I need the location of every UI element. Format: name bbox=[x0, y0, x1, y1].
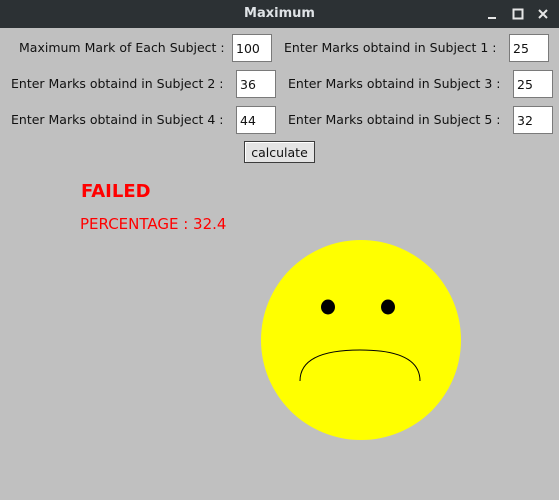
maximize-icon[interactable] bbox=[508, 4, 528, 24]
close-icon[interactable] bbox=[533, 4, 553, 24]
main-panel: Maximum Mark of Each Subject : Enter Mar… bbox=[0, 28, 559, 500]
window-titlebar: Maximum bbox=[0, 0, 559, 28]
window-title: Maximum bbox=[244, 6, 315, 21]
right-eye bbox=[381, 299, 395, 315]
face-circle bbox=[261, 240, 461, 440]
left-eye bbox=[321, 299, 335, 315]
sad-face-icon bbox=[261, 240, 461, 440]
minimize-icon[interactable] bbox=[482, 4, 502, 24]
